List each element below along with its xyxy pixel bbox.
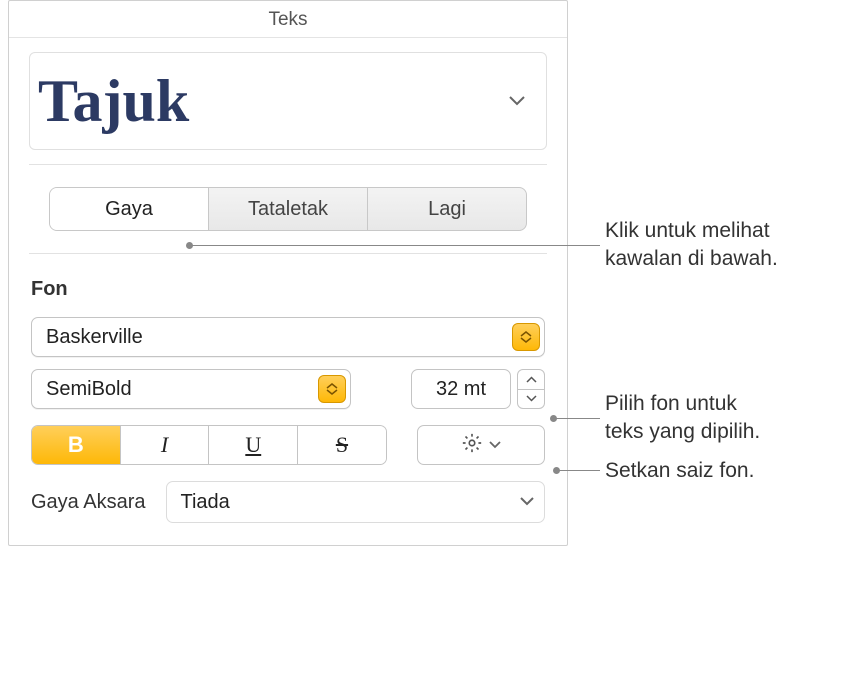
tab-style[interactable]: Gaya — [50, 188, 209, 230]
callout-leader — [190, 245, 600, 246]
underline-button[interactable]: U — [209, 426, 298, 464]
font-weight-popup[interactable]: SemiBold — [31, 369, 351, 409]
advanced-options-button[interactable] — [417, 425, 545, 465]
font-weight-value: SemiBold — [46, 378, 318, 401]
font-size-step-down[interactable] — [518, 390, 544, 409]
character-style-value: Tiada — [181, 491, 520, 514]
tab-layout[interactable]: Tataletak — [209, 188, 368, 230]
text-tabs: Gaya Tataletak Lagi — [49, 187, 527, 231]
text-inspector-panel: Teks Tajuk Gaya Tataletak Lagi Fon Baske… — [8, 0, 568, 546]
callout-size: Setkan saiz fon. — [605, 457, 754, 485]
divider — [29, 164, 547, 165]
font-size-field[interactable] — [411, 369, 511, 409]
font-size-step-up[interactable] — [518, 370, 544, 390]
font-family-value: Baskerville — [46, 326, 512, 349]
stepper-knob-icon — [318, 375, 346, 403]
chevron-down-icon — [520, 493, 534, 511]
gear-icon — [461, 432, 483, 459]
callout-leader — [557, 470, 600, 471]
stepper-knob-icon — [512, 323, 540, 351]
italic-button[interactable]: I — [121, 426, 210, 464]
paragraph-style-name: Tajuk — [38, 67, 506, 136]
character-style-popup[interactable]: Tiada — [166, 481, 545, 523]
character-style-label: Gaya Aksara — [31, 491, 146, 514]
tab-more[interactable]: Lagi — [368, 188, 526, 230]
callout-font: Pilih fon untuk teks yang dipilih. — [605, 390, 760, 447]
paragraph-style-popup[interactable]: Tajuk — [29, 52, 547, 150]
text-format-group: B I U S — [31, 425, 387, 465]
font-family-popup[interactable]: Baskerville — [31, 317, 545, 357]
bold-button[interactable]: B — [32, 426, 121, 464]
chevron-down-icon — [506, 90, 528, 112]
font-section-label: Fon — [9, 254, 567, 311]
font-size-stepper — [517, 369, 545, 409]
strikethrough-button[interactable]: S — [298, 426, 386, 464]
chevron-down-icon — [489, 436, 501, 454]
callout-tabs: Klik untuk melihat kawalan di bawah. — [605, 217, 778, 274]
callout-leader — [554, 418, 600, 419]
panel-title: Teks — [9, 1, 567, 38]
